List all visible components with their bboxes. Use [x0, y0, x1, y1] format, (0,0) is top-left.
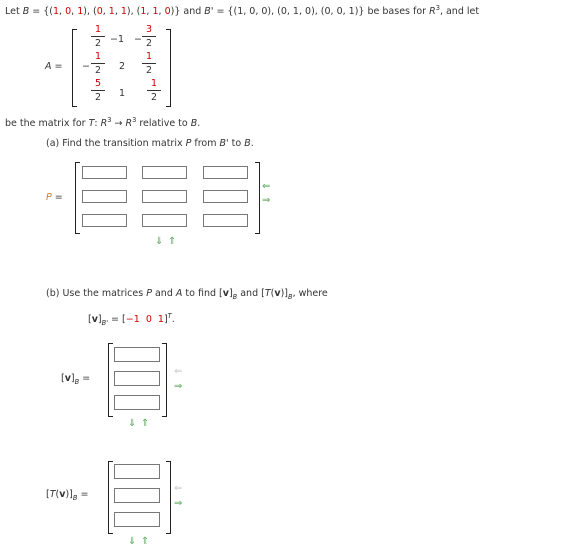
given-vector: [v]B' = [−1 0 1]T. [88, 312, 175, 328]
right-bracket [162, 343, 167, 417]
part-a-question: (a) Find the transition matrix P from B'… [46, 138, 254, 149]
A-r1c2: −1 [110, 34, 125, 45]
vB-r2-input[interactable] [114, 371, 160, 386]
P-r1c1-input[interactable] [82, 166, 127, 179]
P-r3c2-input[interactable] [142, 214, 187, 227]
add-row-arrow-icon[interactable]: ⇓ [128, 419, 140, 429]
R-symbol: R [429, 6, 436, 18]
b1-y: 0 [65, 6, 72, 18]
matrix-A-label: A = [45, 61, 63, 72]
intro-text: Let [5, 6, 23, 18]
b1-x: 1 [53, 6, 60, 18]
given-v1: −1 [125, 314, 140, 326]
remove-column-arrow-icon[interactable]: ⇐ [262, 182, 274, 192]
right-bracket [166, 461, 171, 534]
intro-line: Let B = {(1, 0, 1), (0, 1, 1), (1, 1, 0)… [5, 4, 480, 18]
vB-r3-input[interactable] [114, 395, 160, 410]
b3-y: 1 [152, 6, 159, 18]
add-row-arrow-icon[interactable]: ⇓ [128, 537, 140, 547]
left-bracket [108, 343, 113, 417]
remove-row-arrow-icon[interactable]: ⇑ [168, 237, 180, 247]
A-r3c2: 1 [119, 88, 126, 99]
right-bracket [166, 29, 171, 107]
left-bracket [75, 162, 80, 234]
b3-x: 1 [140, 6, 147, 18]
P-r2c1-input[interactable] [82, 190, 127, 203]
TvB-r3-input[interactable] [114, 512, 160, 527]
P-r2c3-input[interactable] [203, 190, 248, 203]
add-column-arrow-icon[interactable]: ⇒ [262, 196, 274, 206]
matrix-P-label: P = [46, 192, 63, 203]
add-row-arrow-icon[interactable]: ⇓ [155, 237, 167, 247]
vB-r1-input[interactable] [114, 347, 160, 362]
vB-label: [v]B = [61, 373, 91, 386]
intro-text: , and let [439, 6, 480, 18]
remove-row-arrow-icon[interactable]: ⇑ [141, 537, 153, 547]
P-r1c2-input[interactable] [142, 166, 187, 179]
b2-x: 0 [96, 6, 103, 18]
P-r3c3-input[interactable] [203, 214, 248, 227]
A-r2c1: 12 [91, 51, 105, 76]
A-r1c1: 12 [91, 24, 105, 49]
b2-y: 1 [108, 6, 115, 18]
b3-z: 0 [164, 6, 171, 18]
add-column-arrow-icon[interactable]: ⇒ [174, 499, 186, 509]
A-r3c3: 12 [147, 78, 161, 103]
A-r1c3: 32 [142, 24, 156, 49]
part-b-question: (b) Use the matrices P and A to find [v]… [46, 288, 328, 301]
given-v2: 0 [145, 314, 152, 326]
right-bracket [255, 162, 260, 234]
intro-text: = {(1, 0, 0), (0, 1, 0), (0, 0, 1)} be b… [213, 6, 430, 18]
remove-column-arrow-icon[interactable]: ⇐ [174, 367, 186, 377]
A-r3c1: 52 [91, 78, 105, 103]
TvB-r2-input[interactable] [114, 488, 160, 503]
intro-text: and [180, 6, 205, 18]
A-r2c1-sign: − [82, 61, 90, 72]
remove-row-arrow-icon[interactable]: ⇑ [141, 419, 153, 429]
matrix-description: be the matrix for T: R3 → R3 relative to… [5, 116, 201, 130]
P-r2c2-input[interactable] [142, 190, 187, 203]
intro-text: = {( [29, 6, 53, 18]
P-r3c1-input[interactable] [82, 214, 127, 227]
remove-column-arrow-icon[interactable]: ⇐ [174, 484, 186, 494]
A-r1c3-sign: − [134, 34, 142, 45]
A-r2c2: 2 [119, 61, 126, 72]
add-column-arrow-icon[interactable]: ⇒ [174, 382, 186, 392]
TvB-r1-input[interactable] [114, 464, 160, 479]
TvB-label: [T(v)]B = [46, 489, 89, 502]
P-r1c3-input[interactable] [203, 166, 248, 179]
b2-z: 1 [120, 6, 127, 18]
left-bracket [72, 29, 77, 107]
A-r2c3: 12 [142, 51, 156, 76]
b1-z: 1 [77, 6, 84, 18]
left-bracket [108, 461, 113, 534]
